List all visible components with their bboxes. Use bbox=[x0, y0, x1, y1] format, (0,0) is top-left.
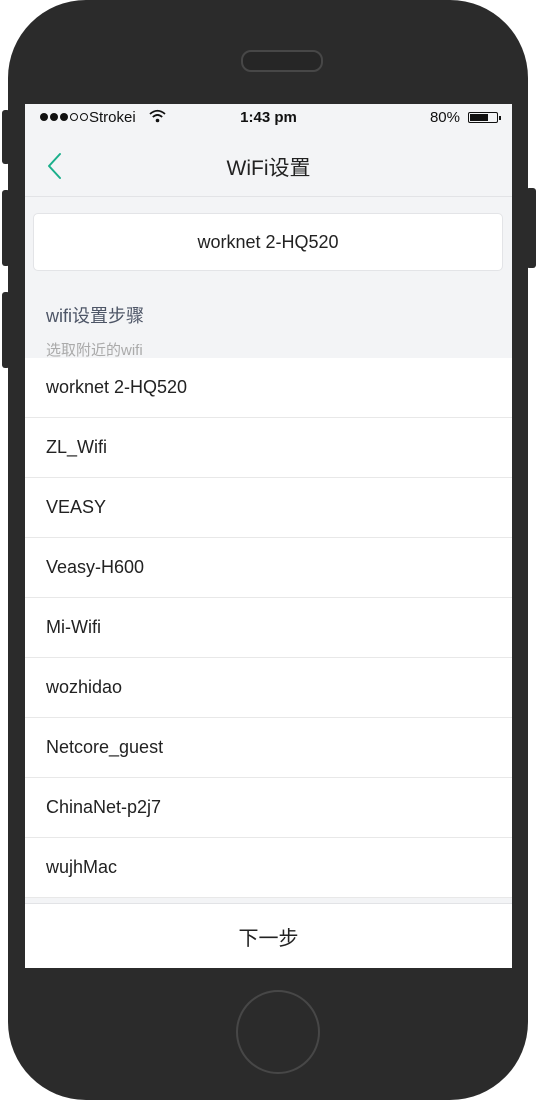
wifi-list-item[interactable]: Mi-Wifi bbox=[25, 598, 512, 658]
phone-screen: Strokei 1:43 pm 80% WiFi设置 worknet 2-HQ5… bbox=[25, 104, 512, 968]
speaker-grille bbox=[241, 50, 323, 72]
home-button[interactable] bbox=[236, 990, 320, 1074]
steps-heading: wifi设置步骤 bbox=[46, 306, 144, 326]
battery-icon bbox=[468, 112, 501, 123]
navigation-bar: WiFi设置 bbox=[25, 132, 512, 197]
volume-up-button bbox=[2, 110, 10, 164]
status-bar: Strokei 1:43 pm 80% bbox=[25, 104, 512, 132]
wifi-list-item[interactable]: Veasy-H600 bbox=[25, 538, 512, 598]
next-step-button[interactable]: 下一步 bbox=[25, 903, 512, 968]
wifi-list-item[interactable]: ChinaNet-p2j7 bbox=[25, 778, 512, 838]
wifi-network-list: worknet 2-HQ520 ZL_Wifi VEASY Veasy-H600 Mi-… bbox=[25, 358, 512, 898]
page-title: WiFi设置 bbox=[226, 157, 311, 180]
battery-percentage: 80% bbox=[429, 109, 460, 126]
steps-subtitle: 选取附近的wifi bbox=[46, 342, 143, 359]
wifi-list-item[interactable]: ZL_Wifi bbox=[25, 418, 512, 478]
mute-switch bbox=[2, 292, 10, 368]
wifi-list-item[interactable]: wujhMac bbox=[25, 838, 512, 898]
volume-down-button bbox=[2, 190, 10, 266]
selected-network-field[interactable]: worknet 2-HQ520 bbox=[33, 213, 503, 271]
power-button bbox=[526, 188, 536, 268]
wifi-list-item[interactable]: VEASY bbox=[25, 478, 512, 538]
wifi-list-item[interactable]: worknet 2-HQ520 bbox=[25, 358, 512, 418]
wifi-list-item[interactable]: wozhidao bbox=[25, 658, 512, 718]
wifi-list-item[interactable]: Netcore_guest bbox=[25, 718, 512, 778]
